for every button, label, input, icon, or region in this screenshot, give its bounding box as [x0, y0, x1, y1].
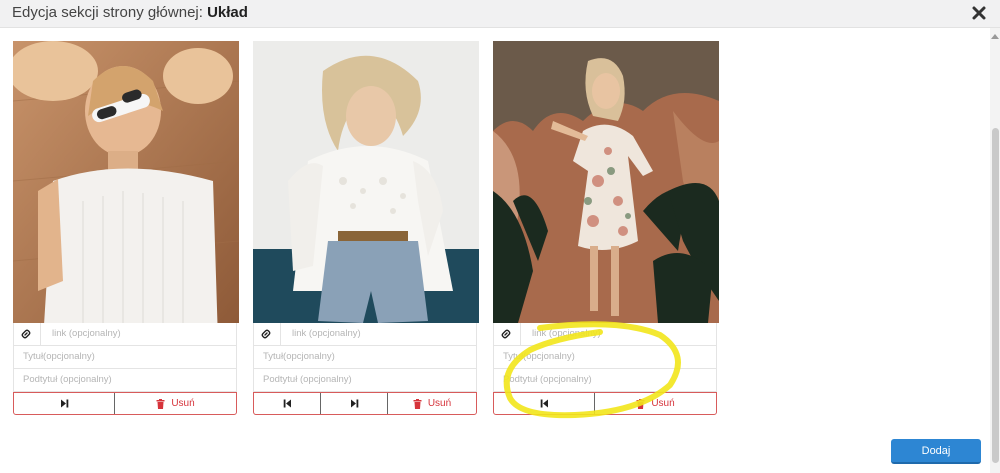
card-actions-3: Usuń	[493, 392, 717, 415]
dialog-title-prefix: Edycja sekcji strony głównej:	[12, 4, 203, 21]
link-placeholder-2: link (opcjonalny)	[292, 328, 361, 339]
title-field-1[interactable]: Tytuł(opcjonalny)	[13, 346, 237, 369]
link-field-3[interactable]: link (opcjonalny)	[493, 323, 717, 346]
card-actions-1: Usuń	[13, 392, 237, 415]
skip-next-icon	[60, 399, 68, 408]
title-field-2[interactable]: Tytuł(opcjonalny)	[253, 346, 477, 369]
link-icon	[501, 329, 511, 339]
card-photo-1	[13, 41, 239, 323]
dialog-header: Edycja sekcji strony głównej: Układ	[0, 0, 1000, 28]
delete-label-3: Usuń	[651, 398, 675, 409]
link-placeholder-1: link (opcjonalny)	[52, 328, 121, 339]
subtitle-field-2[interactable]: Podtytuł (opcjonalny)	[253, 369, 477, 392]
close-icon[interactable]	[970, 3, 988, 23]
move-left-button-2[interactable]	[254, 393, 321, 414]
image-card-3: link (opcjonalny) Tytuł(opcjonalny) Podt…	[493, 41, 719, 415]
card-actions-2: Usuń	[253, 392, 477, 415]
field-divider	[40, 323, 41, 345]
card-photo-3	[493, 41, 719, 323]
dialog-title: Edycja sekcji strony głównej: Układ	[12, 4, 248, 21]
dialog-title-section: Układ	[207, 4, 248, 21]
image-card-1: link (opcjonalny) Tytuł(opcjonalny) Podt…	[13, 41, 239, 415]
title-placeholder-3: Tytuł(opcjonalny)	[503, 351, 575, 362]
skip-next-icon	[350, 399, 358, 408]
skip-previous-icon	[540, 399, 548, 408]
scrollbar[interactable]	[990, 28, 1000, 473]
title-field-3[interactable]: Tytuł(opcjonalny)	[493, 346, 717, 369]
subtitle-placeholder-2: Podtytuł (opcjonalny)	[263, 374, 352, 385]
link-icon	[261, 329, 271, 339]
subtitle-field-3[interactable]: Podtytuł (opcjonalny)	[493, 369, 717, 392]
link-icon	[21, 329, 31, 339]
skip-previous-icon	[283, 399, 291, 408]
add-button[interactable]: Dodaj	[891, 439, 981, 464]
subtitle-placeholder-3: Podtytuł (opcjonalny)	[503, 374, 592, 385]
field-divider	[280, 323, 281, 345]
trash-icon	[413, 398, 422, 409]
delete-button-1[interactable]: Usuń	[115, 393, 236, 414]
delete-label-2: Usuń	[427, 398, 452, 409]
link-field-1[interactable]: link (opcjonalny)	[13, 323, 237, 346]
field-divider	[520, 323, 521, 345]
edit-section-dialog: Edycja sekcji strony głównej: Układ link…	[0, 0, 1000, 473]
image-card-2: link (opcjonalny) Tytuł(opcjonalny) Podt…	[253, 41, 479, 415]
move-right-button-2[interactable]	[321, 393, 388, 414]
subtitle-field-1[interactable]: Podtytuł (opcjonalny)	[13, 369, 237, 392]
delete-button-3[interactable]: Usuń	[595, 393, 716, 414]
title-placeholder-1: Tytuł(opcjonalny)	[23, 351, 95, 362]
title-placeholder-2: Tytuł(opcjonalny)	[263, 351, 335, 362]
delete-button-2[interactable]: Usuń	[388, 393, 476, 414]
move-right-button-1[interactable]	[14, 393, 115, 414]
trash-icon	[636, 398, 645, 409]
subtitle-placeholder-1: Podtytuł (opcjonalny)	[23, 374, 112, 385]
scroll-up-arrow-icon[interactable]	[991, 34, 999, 39]
card-photo-2	[253, 41, 479, 323]
link-placeholder-3: link (opcjonalny)	[532, 328, 601, 339]
link-field-2[interactable]: link (opcjonalny)	[253, 323, 477, 346]
trash-icon	[156, 398, 165, 409]
move-left-button-3[interactable]	[494, 393, 595, 414]
delete-label-1: Usuń	[171, 398, 195, 409]
scrollbar-thumb[interactable]	[992, 128, 999, 463]
